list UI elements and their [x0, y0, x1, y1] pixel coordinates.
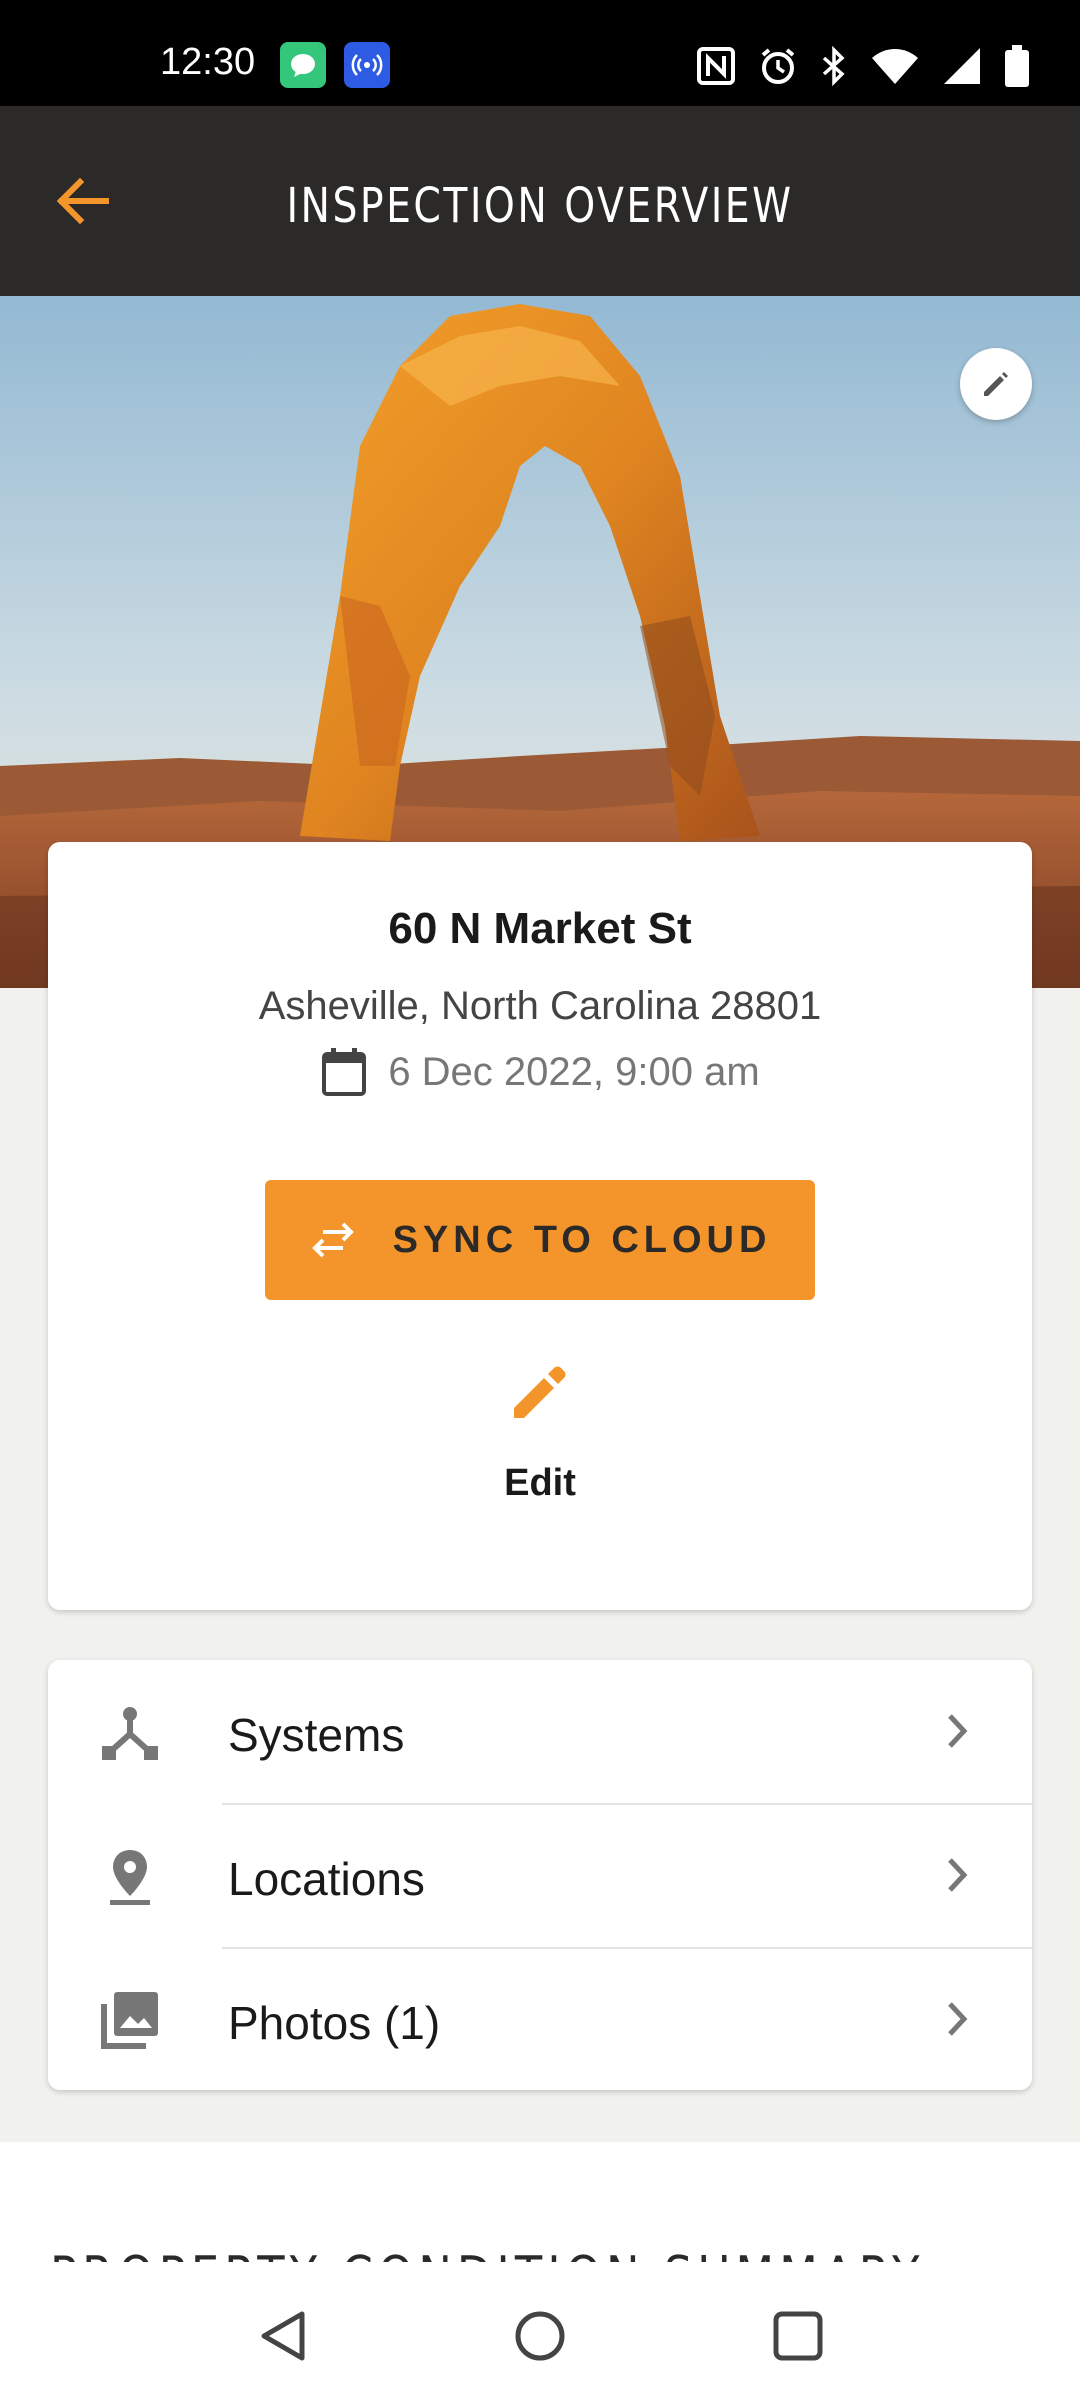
date-text: 6 Dec 2022, 9:00 am: [388, 1049, 760, 1094]
bluetooth-icon: [820, 46, 848, 86]
list-item-label: Locations: [228, 1853, 425, 1905]
sync-button-label: SYNC TO CLOUD: [392, 1218, 772, 1261]
alarm-icon: [758, 46, 798, 86]
list-item-systems[interactable]: Systems: [48, 1660, 1032, 1804]
sync-arrows-icon: [311, 1222, 354, 1258]
nfc-icon: [696, 46, 736, 86]
status-time: 12:30: [160, 41, 256, 83]
status-icons: [696, 44, 1030, 88]
systems-icon: [102, 1707, 158, 1760]
list-item-label: Systems: [228, 1709, 405, 1761]
status-bar: 12:30: [0, 0, 1080, 106]
home-circle-icon[interactable]: [512, 2308, 568, 2364]
pencil-icon: [984, 372, 1008, 396]
address-line-2: Asheville, North Carolina 28801: [258, 984, 822, 1028]
back-triangle-icon[interactable]: [256, 2308, 308, 2364]
chevron-right-icon: [948, 1714, 968, 1748]
sync-to-cloud-button[interactable]: SYNC TO CLOUD: [265, 1180, 815, 1300]
inspection-date: 6 Dec 2022, 9:00 am: [48, 1046, 1032, 1098]
edit-label: Edit: [504, 1462, 576, 1504]
address-line-1: 60 N Market St: [388, 904, 692, 953]
chevron-right-icon: [948, 1858, 968, 1892]
messages-app-icon: [280, 42, 326, 88]
calendar-icon: [322, 1048, 367, 1096]
cell-signal-icon: [942, 46, 982, 86]
photo-library-icon: [101, 1992, 158, 2049]
wifi-icon: [870, 46, 920, 86]
battery-icon: [1004, 45, 1030, 87]
property-info-card: 60 N Market St Asheville, North Carolina…: [48, 842, 1032, 1610]
page-title: INSPECTION OVERVIEW: [286, 178, 794, 234]
edit-button[interactable]: Edit: [440, 1362, 640, 1522]
edit-photo-button[interactable]: [960, 348, 1032, 420]
list-item-photos[interactable]: Photos (1): [48, 1948, 1032, 2092]
app-bar: INSPECTION OVERVIEW: [0, 106, 1080, 296]
chevron-right-icon: [948, 2002, 968, 2036]
recents-square-icon[interactable]: [770, 2308, 826, 2364]
list-item-label: Photos (1): [228, 1997, 441, 2049]
sections-list: Systems Locations Photos (1): [48, 1660, 1032, 2090]
list-item-locations[interactable]: Locations: [48, 1804, 1032, 1948]
broadcast-app-icon: [344, 42, 390, 88]
system-nav-bar: [0, 2262, 1080, 2400]
pencil-icon: [514, 1366, 566, 1418]
location-pin-icon: [110, 1850, 150, 1905]
